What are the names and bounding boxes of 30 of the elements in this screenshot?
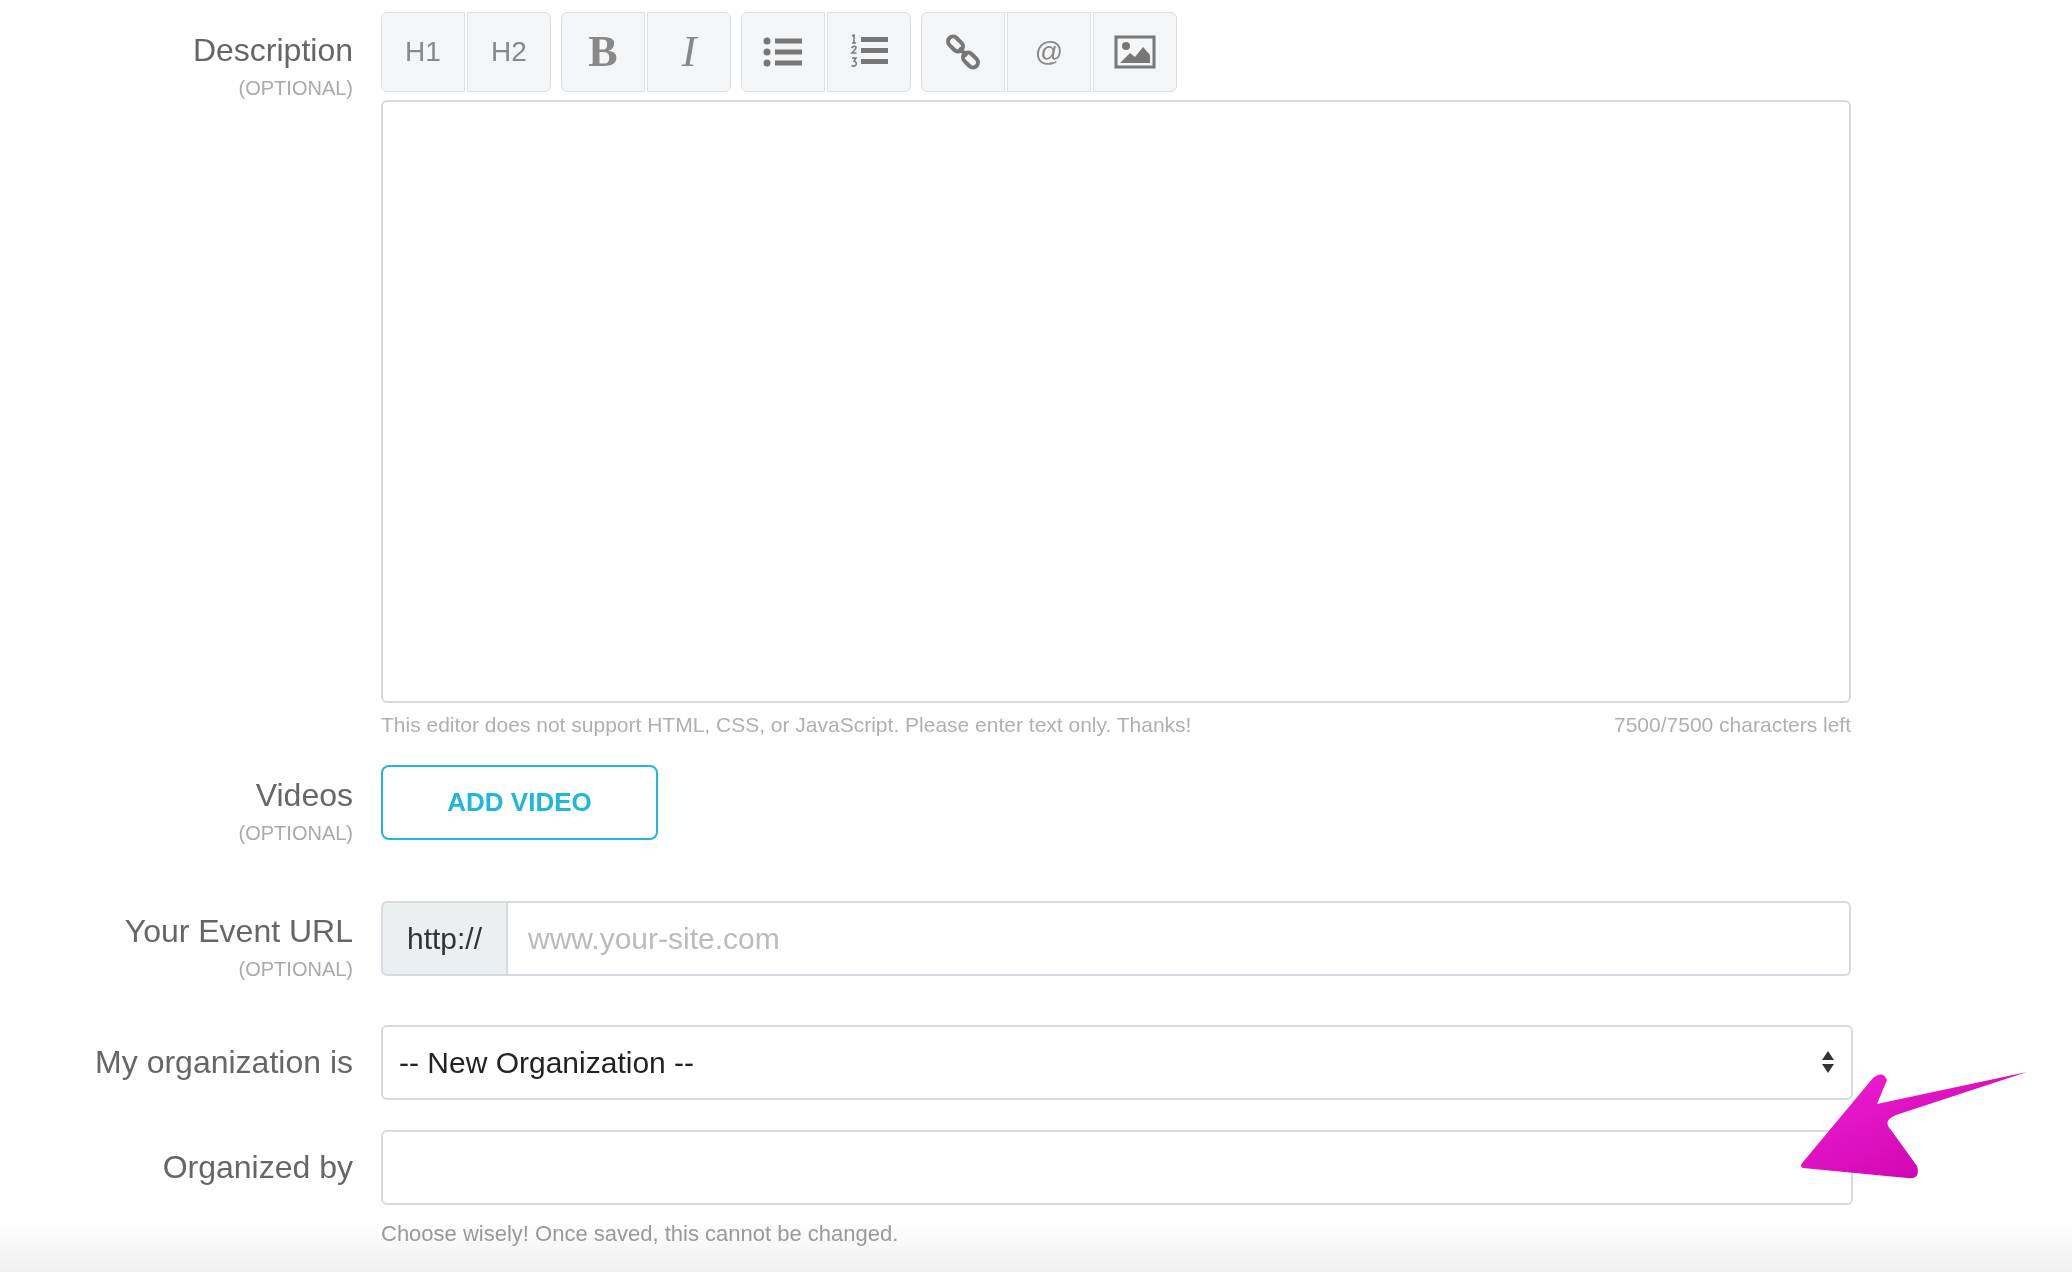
editor-help-text: This editor does not support HTML, CSS, or JavaScript. Please enter text only. Thanks!	[381, 712, 1192, 738]
field-label: Description	[192, 31, 353, 70]
toolbar-button[interactable]: @	[1007, 12, 1091, 92]
optional-label: (OPTIONAL)	[238, 956, 353, 982]
italic-button[interactable]: I	[647, 12, 731, 92]
organizer-hint: Choose wisely! Once saved, this cannot be changed.	[381, 1219, 899, 1248]
numbered-list-button[interactable]	[827, 12, 911, 92]
sort-arrows-icon	[1821, 1050, 1835, 1074]
optional-label: (OPTIONAL)	[238, 76, 353, 101]
chain-link-icon	[944, 33, 982, 71]
image-button[interactable]	[1093, 12, 1177, 92]
field-label: My organization is	[95, 1043, 353, 1082]
organizer-input[interactable]	[381, 1129, 1853, 1205]
bulleted-list-icon	[763, 36, 803, 68]
optional-label: (OPTIONAL)	[238, 820, 353, 846]
add-video-button[interactable]: ADD VIDEO	[381, 764, 658, 840]
url-prefix: http://	[381, 900, 508, 976]
field-label: Organized by	[162, 1148, 353, 1187]
url-input[interactable]: www.your-site.com	[508, 900, 1851, 976]
field-label: Your Event URL	[124, 911, 353, 951]
image-icon	[1114, 35, 1156, 69]
bold-button[interactable]: B	[561, 12, 645, 92]
link-button[interactable]	[921, 12, 1005, 92]
toolbar-button[interactable]: H1	[381, 12, 465, 92]
field-label: Videos	[255, 775, 353, 815]
toolbar-button[interactable]: H2	[467, 12, 551, 92]
bulleted-list-button[interactable]	[741, 12, 825, 92]
organization-select[interactable]: -- New Organization --	[381, 1024, 1853, 1100]
numbered-list-icon	[849, 34, 889, 70]
character-counter: 7500/7500 characters left	[1614, 712, 1851, 738]
